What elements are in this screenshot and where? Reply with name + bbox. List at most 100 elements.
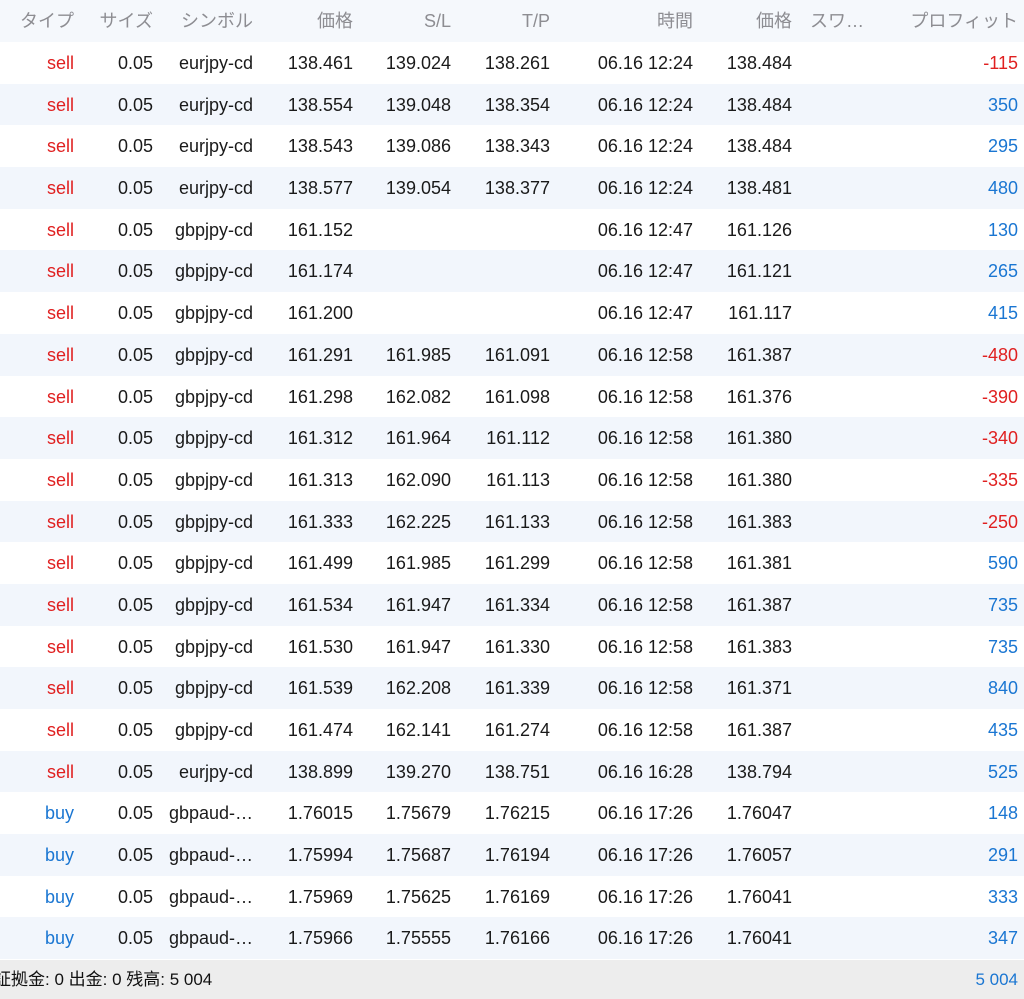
- open-price-cell: 161.152: [287, 219, 353, 240]
- sl-cell: 162.208: [385, 678, 451, 699]
- sl-cell: 162.090: [385, 469, 451, 490]
- current-price-cell: 161.121: [726, 261, 792, 282]
- profit-cell: -335: [981, 469, 1018, 490]
- tp-cell: 161.113: [486, 469, 550, 490]
- table-row[interactable]: sell 0.05 eurjpy-cd 138.461 139.024 138.261 06…: [0, 42, 1024, 84]
- current-price-cell: 161.387: [726, 344, 792, 365]
- tp-cell: 138.354: [484, 94, 550, 115]
- symbol-cell: gbpjpy-cd: [174, 678, 253, 699]
- current-price-cell: 161.376: [726, 386, 792, 407]
- table-row[interactable]: sell 0.05 gbpjpy-cd 161.298 162.082 161.098 06…: [0, 376, 1024, 418]
- current-price-cell: 161.383: [726, 511, 792, 532]
- header-type[interactable]: タイプ: [0, 0, 74, 42]
- sl-cell: 161.985: [385, 553, 451, 574]
- time-cell: 06.16 12:24: [597, 94, 693, 115]
- table-row[interactable]: sell 0.05 gbpjpy-cd 161.152 06.16 12:47 161.1…: [0, 209, 1024, 251]
- header-size[interactable]: サイズ: [80, 0, 153, 42]
- profit-cell: 735: [987, 636, 1018, 657]
- header-time[interactable]: 時間: [560, 0, 693, 42]
- tp-cell: 161.133: [484, 511, 550, 532]
- table-row[interactable]: sell 0.05 gbpjpy-cd 161.313 162.090 161.113 06…: [0, 459, 1024, 501]
- table-row[interactable]: sell 0.05 gbpjpy-cd 161.312 161.964 161.112 06…: [0, 417, 1024, 459]
- header-tp[interactable]: T/P: [456, 0, 550, 42]
- table-row[interactable]: sell 0.05 eurjpy-cd 138.577 139.054 138.377 06…: [0, 167, 1024, 209]
- time-cell: 06.16 12:58: [597, 678, 693, 699]
- table-row[interactable]: sell 0.05 gbpjpy-cd 161.530 161.947 161.330 06…: [0, 626, 1024, 668]
- time-cell: 06.16 17:26: [597, 886, 693, 907]
- open-price-cell: 161.499: [287, 553, 353, 574]
- table-row[interactable]: sell 0.05 gbpjpy-cd 161.534 161.947 161.334 06…: [0, 583, 1024, 626]
- profit-cell: -115: [983, 53, 1018, 73]
- header-sl[interactable]: S/L: [358, 0, 451, 42]
- type-cell: sell: [46, 136, 74, 157]
- table-row[interactable]: sell 0.05 eurjpy-cd 138.543 139.086 138.343 06…: [0, 125, 1024, 167]
- symbol-cell: eurjpy-cd: [178, 178, 253, 199]
- type-cell: sell: [46, 94, 74, 115]
- size-cell: 0.05: [117, 678, 153, 699]
- type-cell: sell: [46, 469, 74, 490]
- table-row[interactable]: sell 0.05 gbpjpy-cd 161.333 162.225 161.133 06…: [0, 500, 1024, 543]
- size-cell: 0.05: [117, 94, 153, 115]
- type-cell: buy: [44, 886, 74, 907]
- type-cell: sell: [46, 511, 74, 532]
- size-cell: 0.05: [117, 761, 153, 782]
- header-swap[interactable]: スワ…: [810, 0, 872, 42]
- time-cell: 06.16 12:58: [597, 469, 693, 490]
- type-cell: sell: [46, 678, 74, 699]
- time-cell: 06.16 12:58: [597, 720, 693, 740]
- symbol-cell: gbpaud-…: [168, 803, 253, 824]
- type-cell: sell: [46, 219, 74, 240]
- open-price-cell: 1.75966: [287, 928, 353, 949]
- symbol-cell: gbpjpy-cd: [174, 636, 253, 657]
- table-row[interactable]: sell 0.05 gbpjpy-cd 161.499 161.985 161.299 06…: [0, 542, 1024, 584]
- type-cell: sell: [46, 53, 74, 73]
- tp-cell: 161.274: [484, 720, 550, 740]
- open-price-cell: 138.554: [287, 94, 353, 115]
- table-row[interactable]: sell 0.05 gbpjpy-cd 161.200 06.16 12:47 161.1…: [0, 292, 1024, 334]
- open-price-cell: 1.75969: [287, 886, 353, 907]
- size-cell: 0.05: [117, 469, 153, 490]
- size-cell: 0.05: [117, 261, 153, 282]
- profit-cell: 291: [987, 845, 1018, 866]
- sl-cell: 139.270: [385, 761, 451, 782]
- current-price-cell: 161.126: [726, 219, 792, 240]
- table-row[interactable]: sell 0.05 gbpjpy-cd 161.539 162.208 161.339 06…: [0, 667, 1024, 709]
- header-price[interactable]: 価格: [700, 0, 792, 42]
- table-row[interactable]: sell 0.05 gbpjpy-cd 161.474 162.141 161.274 06…: [0, 709, 1024, 751]
- header-symbol[interactable]: シンボル: [158, 0, 253, 42]
- symbol-cell: gbpjpy-cd: [174, 511, 253, 532]
- size-cell: 0.05: [117, 803, 153, 824]
- table-row[interactable]: buy 0.05 gbpaud-… 1.75994 1.75687 1.76194 06.1…: [0, 834, 1024, 876]
- table-row[interactable]: sell 0.05 gbpjpy-cd 161.174 06.16 12:47 161.1…: [0, 250, 1024, 293]
- open-price-cell: 161.474: [287, 720, 353, 740]
- current-price-cell: 138.484: [726, 53, 792, 73]
- sl-cell: 161.985: [385, 344, 451, 365]
- open-price-cell: 161.333: [287, 511, 353, 532]
- profit-cell: 480: [987, 178, 1018, 199]
- table-row[interactable]: buy 0.05 gbpaud-… 1.75966 1.75555 1.76166 06.1…: [0, 917, 1024, 960]
- size-cell: 0.05: [117, 594, 153, 615]
- header-profit[interactable]: プロフィット: [880, 0, 1018, 42]
- table-row[interactable]: sell 0.05 eurjpy-cd 138.554 139.048 138.354 06…: [0, 83, 1024, 126]
- time-cell: 06.16 17:26: [597, 928, 693, 949]
- header-open-price[interactable]: 価格: [258, 0, 353, 42]
- tp-cell: 138.377: [484, 178, 550, 199]
- profit-cell: 735: [987, 594, 1018, 615]
- sl-cell: 139.048: [385, 94, 451, 115]
- current-price-cell: 161.387: [726, 594, 792, 615]
- table-header: タイプ サイズ シンボル 価格 S/L T/P 時間 価格 スワ… プロフィット: [0, 0, 1024, 42]
- profit-cell: 525: [987, 761, 1018, 782]
- sl-cell: 139.054: [385, 178, 451, 199]
- open-price-cell: 161.174: [287, 261, 353, 282]
- table-row[interactable]: sell 0.05 eurjpy-cd 138.899 139.270 138.751 06…: [0, 750, 1024, 793]
- total-profit: 5 004: [975, 970, 1018, 989]
- table-row[interactable]: buy 0.05 gbpaud-… 1.75969 1.75625 1.76169 06.1…: [0, 876, 1024, 918]
- size-cell: 0.05: [117, 553, 153, 574]
- tp-cell: 161.330: [484, 636, 550, 657]
- time-cell: 06.16 12:58: [597, 594, 693, 615]
- table-row[interactable]: buy 0.05 gbpaud-… 1.76015 1.75679 1.76215 06.1…: [0, 792, 1024, 834]
- open-price-cell: 161.298: [287, 386, 353, 407]
- sl-cell: 1.75679: [385, 803, 451, 824]
- account-summary-bar: 証拠金: 0 出金: 0 残高: 5 004 5 004: [0, 960, 1024, 999]
- table-row[interactable]: sell 0.05 gbpjpy-cd 161.291 161.985 161.091 06…: [0, 333, 1024, 376]
